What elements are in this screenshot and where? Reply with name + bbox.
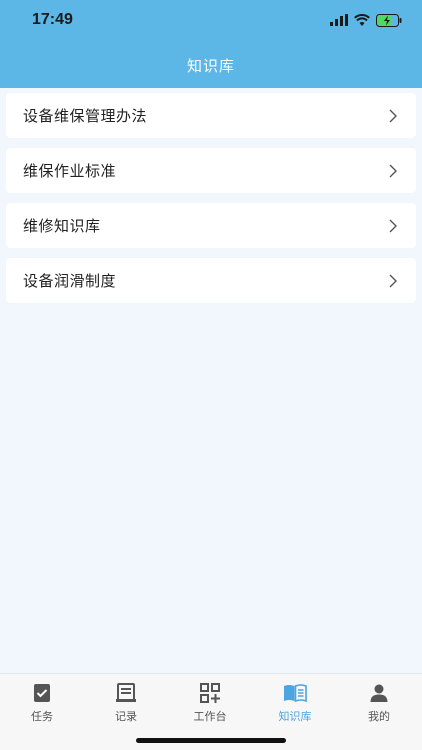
page-title: 知识库 — [186, 57, 235, 75]
tab-records[interactable]: 记录 — [84, 680, 168, 726]
tab-label: 知识库 — [278, 710, 312, 723]
battery-charging-icon — [376, 13, 402, 27]
knowledge-list: 设备维保管理办法 维保作业标准 维修知识库 设备润滑制度 — [0, 88, 422, 673]
list-item-maintenance-management[interactable]: 设备维保管理办法 — [6, 93, 416, 138]
chevron-right-icon — [389, 274, 397, 287]
workbench-grid-icon — [200, 683, 220, 703]
status-bar: 17:49 — [0, 0, 422, 40]
tab-workbench[interactable]: 工作台 — [168, 680, 252, 726]
tab-label: 记录 — [115, 710, 137, 723]
list-item-maintenance-standard[interactable]: 维保作业标准 — [6, 148, 416, 193]
chevron-right-icon — [389, 164, 397, 177]
list-item-label: 设备维保管理办法 — [23, 107, 148, 125]
tab-knowledge[interactable]: 知识库 — [253, 680, 337, 726]
tab-mine[interactable]: 我的 — [337, 680, 421, 726]
tab-label: 工作台 — [193, 710, 227, 723]
record-icon — [116, 683, 136, 702]
list-item-lubrication-system[interactable]: 设备润滑制度 — [6, 258, 416, 303]
chevron-right-icon — [389, 219, 397, 232]
list-item-repair-knowledge[interactable]: 维修知识库 — [6, 203, 416, 248]
status-time: 17:49 — [32, 11, 73, 28]
tab-label: 我的 — [368, 710, 390, 723]
tab-tasks[interactable]: 任务 — [0, 680, 84, 726]
list-item-label: 设备润滑制度 — [23, 272, 117, 290]
task-check-icon — [34, 684, 50, 702]
chevron-right-icon — [389, 109, 397, 122]
status-icons — [330, 12, 402, 28]
list-item-label: 维保作业标准 — [23, 162, 117, 180]
home-indicator — [136, 738, 286, 743]
signal-icon — [330, 14, 348, 26]
user-icon — [370, 684, 388, 702]
book-icon — [284, 684, 307, 703]
header-bar: 17:49 知识库 — [0, 0, 422, 88]
wifi-icon — [354, 14, 370, 26]
tab-label: 任务 — [31, 710, 53, 723]
list-item-label: 维修知识库 — [23, 217, 101, 235]
